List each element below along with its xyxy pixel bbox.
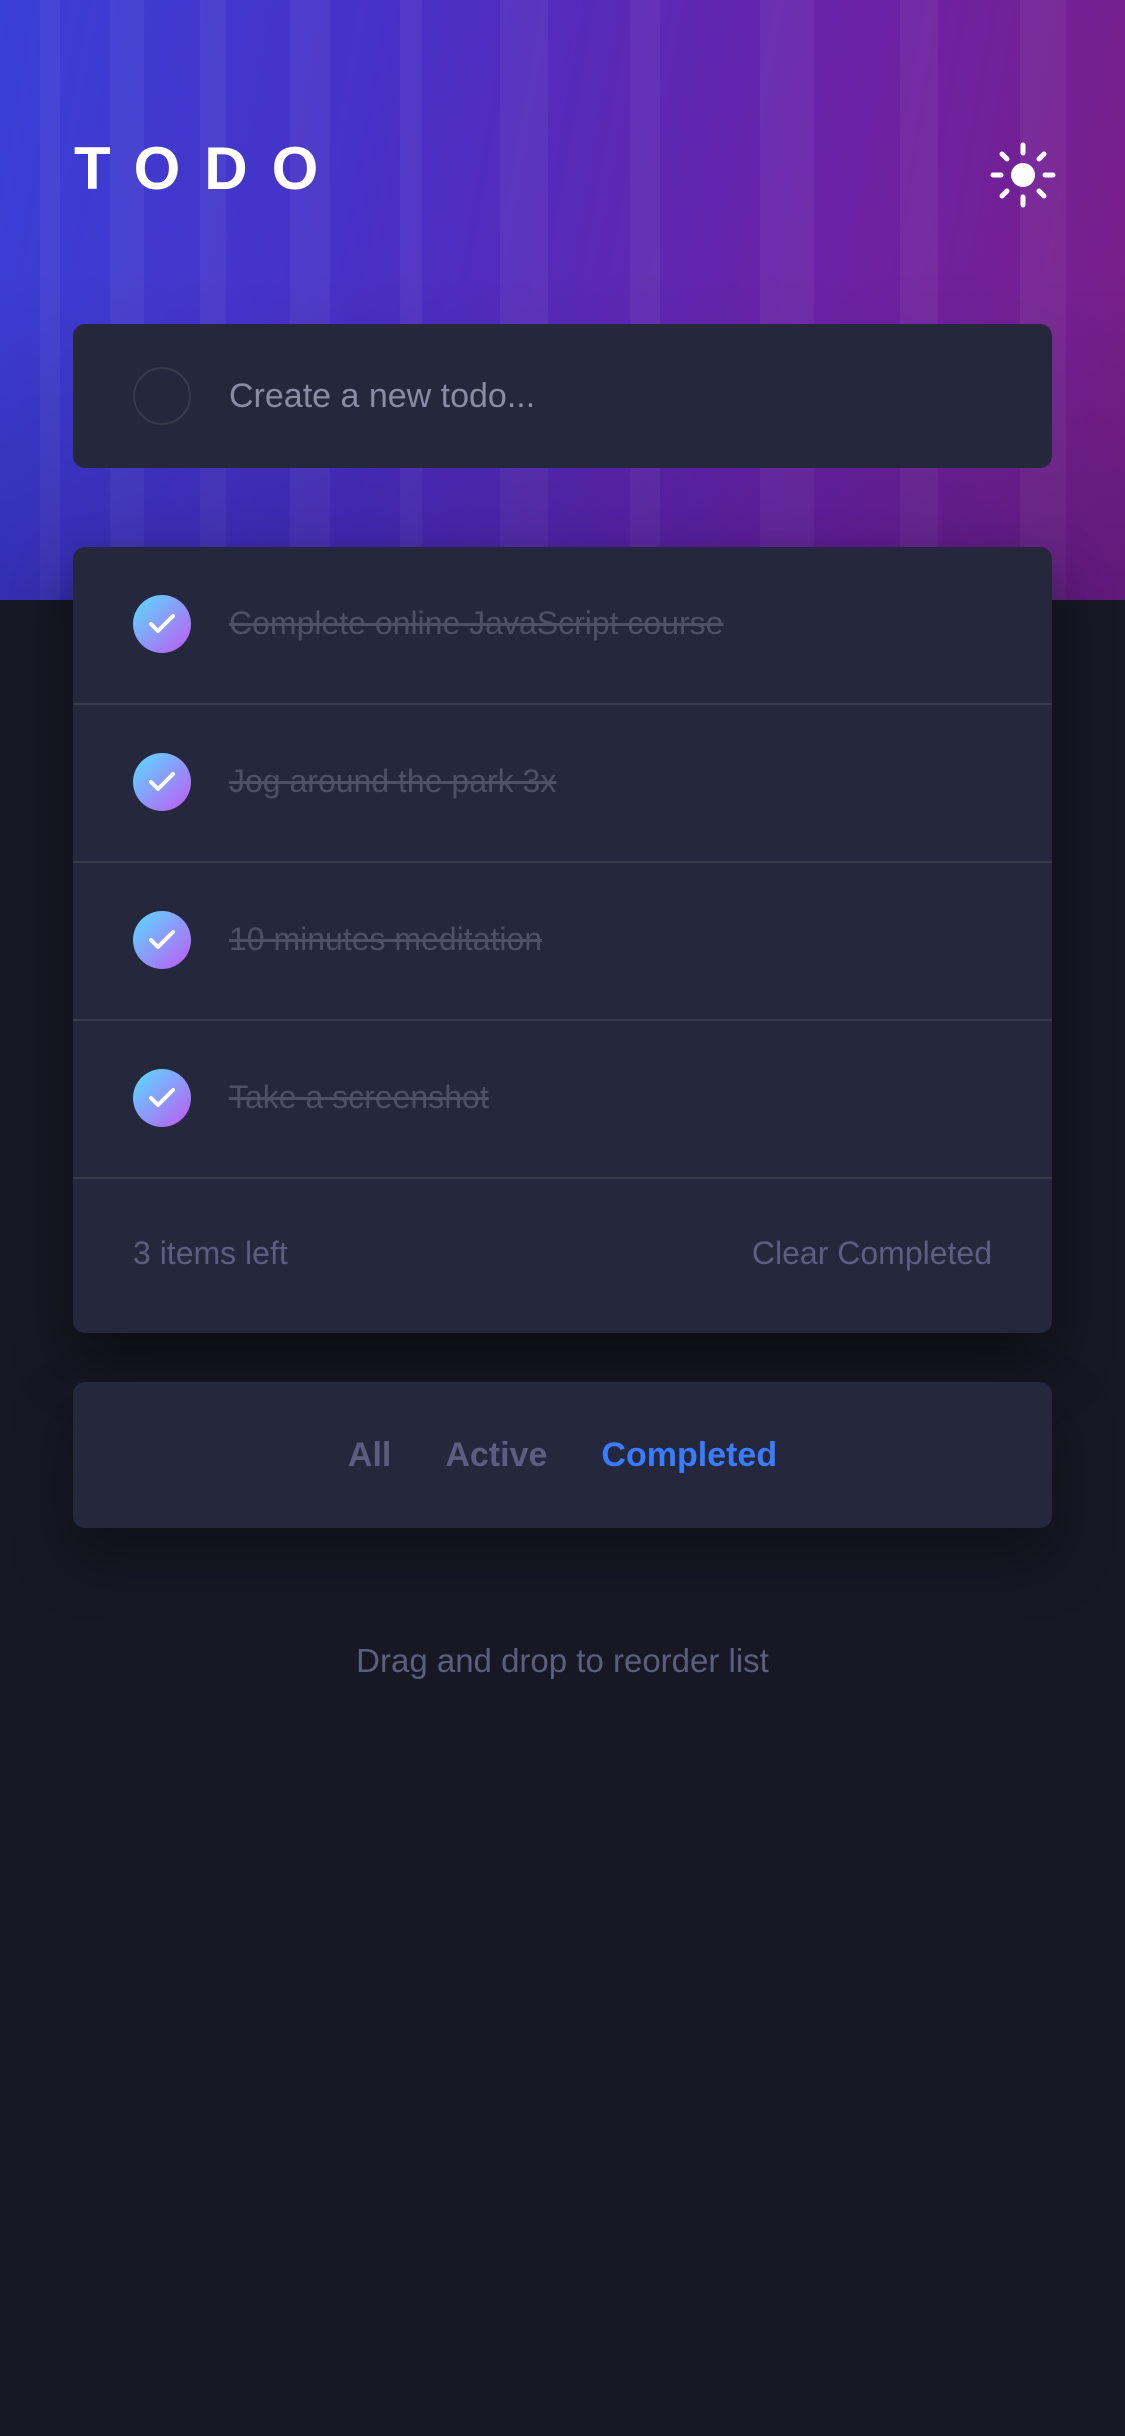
filter-completed[interactable]: Completed [601,1436,777,1475]
todo-item[interactable]: Complete online JavaScript course [73,547,1052,705]
check-icon [149,772,175,791]
todo-text: 10 minutes meditation [229,921,543,957]
todo-item[interactable]: 10 minutes meditation [73,863,1052,1021]
drag-drop-hint: Drag and drop to reorder list [356,1642,769,1679]
todo-text: Jog around the park 3x [229,763,557,799]
items-left-count: 3 items left [133,1235,288,1271]
new-todo-check-circle[interactable] [133,367,191,425]
new-todo-input[interactable] [229,360,1009,432]
check-icon [149,930,175,949]
todo-check-button[interactable] [133,595,191,653]
filter-bar: All Active Completed [73,1382,1052,1528]
list-footer: 3 items left Clear Completed [73,1179,1052,1333]
todo-check-button[interactable] [133,911,191,969]
clear-completed-button[interactable]: Clear Completed [752,1231,992,1275]
filter-active[interactable]: Active [445,1436,547,1475]
app-title: TODO [74,135,343,202]
check-icon [149,1088,175,1107]
todo-item[interactable]: Jog around the park 3x [73,705,1052,863]
todo-check-button[interactable] [133,753,191,811]
todo-check-button[interactable] [133,1069,191,1127]
todo-text: Complete online JavaScript course [229,605,724,641]
new-todo-card [73,324,1052,468]
header-background [0,0,1125,600]
todo-list: Complete online JavaScript course Jog ar… [73,547,1052,1333]
todo-text: Take a screenshot [229,1079,489,1115]
sun-icon [990,142,1056,208]
filter-all[interactable]: All [348,1436,391,1475]
theme-toggle-button[interactable] [990,142,1056,208]
todo-item[interactable]: Take a screenshot [73,1021,1052,1179]
check-icon [149,614,175,633]
